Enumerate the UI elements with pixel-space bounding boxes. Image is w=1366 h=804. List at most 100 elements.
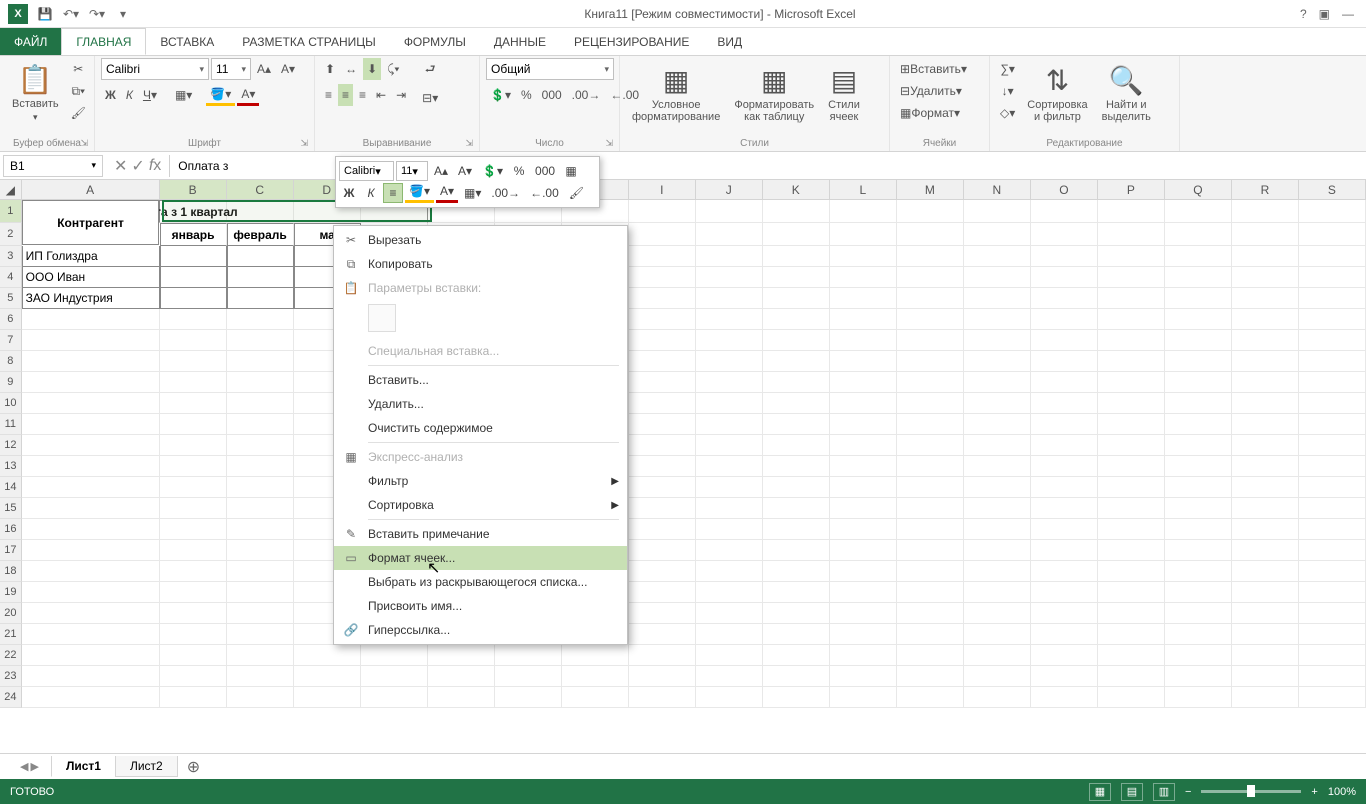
cell[interactable] (964, 561, 1031, 582)
align-center-icon[interactable]: ≡ (338, 84, 353, 106)
cell[interactable] (763, 351, 830, 372)
clear-icon[interactable]: ◇▾ (996, 102, 1019, 124)
cell[interactable] (897, 435, 964, 456)
cell[interactable] (1098, 540, 1165, 561)
align-bottom-icon[interactable]: ⬇ (363, 58, 381, 80)
cell[interactable] (1232, 498, 1299, 519)
cell[interactable] (629, 477, 696, 498)
cell[interactable] (830, 498, 897, 519)
cell[interactable] (1098, 288, 1165, 309)
cell[interactable] (763, 540, 830, 561)
cell[interactable] (1232, 456, 1299, 477)
cell[interactable] (830, 393, 897, 414)
redo-icon[interactable]: ↷▾ (88, 5, 106, 23)
cell[interactable] (897, 200, 964, 223)
cell[interactable] (160, 666, 227, 687)
cell[interactable] (227, 393, 294, 414)
row-header[interactable]: 21 (0, 624, 22, 645)
cell[interactable] (629, 372, 696, 393)
cell[interactable] (897, 456, 964, 477)
cell[interactable] (1232, 687, 1299, 708)
cell[interactable] (1165, 603, 1232, 624)
col-header-L[interactable]: L (830, 180, 897, 199)
cell[interactable] (1098, 267, 1165, 288)
cell[interactable] (227, 561, 294, 582)
normal-view-icon[interactable]: ▦ (1089, 783, 1111, 801)
cell[interactable] (1098, 309, 1165, 330)
cell[interactable] (964, 645, 1031, 666)
percent-icon[interactable]: % (517, 84, 536, 106)
mini-percent-icon[interactable]: % (509, 162, 529, 180)
cell[interactable] (227, 666, 294, 687)
cell[interactable] (1299, 603, 1366, 624)
cell[interactable] (160, 267, 227, 288)
cell[interactable] (1031, 582, 1098, 603)
zoom-slider[interactable] (1201, 790, 1301, 793)
ctx-comment[interactable]: ✎Вставить примечание (334, 522, 627, 546)
cell[interactable] (495, 645, 562, 666)
cell[interactable]: Контрагент (22, 200, 160, 245)
cell[interactable] (1232, 540, 1299, 561)
cell[interactable] (1031, 561, 1098, 582)
cell[interactable] (964, 372, 1031, 393)
cell[interactable] (763, 519, 830, 540)
cell[interactable] (830, 414, 897, 435)
cell[interactable] (227, 435, 294, 456)
row-header[interactable]: 14 (0, 477, 22, 498)
font-color-icon[interactable]: A▾ (237, 84, 259, 106)
cell[interactable] (830, 624, 897, 645)
col-header-P[interactable]: P (1098, 180, 1165, 199)
cell[interactable] (964, 414, 1031, 435)
cell[interactable] (1031, 456, 1098, 477)
cell[interactable] (897, 351, 964, 372)
cell[interactable] (629, 200, 696, 223)
insert-cells-button[interactable]: ⊞ Вставить ▾ (896, 58, 971, 80)
cell[interactable] (897, 267, 964, 288)
cell[interactable] (361, 666, 428, 687)
cell[interactable]: февраль (227, 223, 294, 246)
cell[interactable] (1299, 223, 1366, 246)
col-header-J[interactable]: J (696, 180, 763, 199)
cell[interactable] (763, 624, 830, 645)
cell[interactable] (1031, 288, 1098, 309)
cell[interactable] (227, 330, 294, 351)
cell[interactable] (1098, 372, 1165, 393)
conditional-formatting-button[interactable]: ▦Условное форматирование (626, 58, 726, 128)
cell[interactable] (428, 645, 495, 666)
cell[interactable] (830, 456, 897, 477)
col-header-B[interactable]: B (160, 180, 227, 199)
mini-size-combo[interactable]: 11▾ (396, 161, 428, 181)
row-header[interactable]: 16 (0, 519, 22, 540)
cell[interactable] (227, 603, 294, 624)
spreadsheet-grid[interactable]: ◢ A B C D E F G H I J K L M N O P Q R S … (0, 180, 1366, 753)
cell[interactable] (1098, 223, 1165, 246)
cell[interactable] (1232, 288, 1299, 309)
cell[interactable] (562, 687, 629, 708)
cell[interactable] (160, 393, 227, 414)
cancel-formula-icon[interactable]: ✕ (114, 156, 127, 176)
cell[interactable] (227, 309, 294, 330)
cell[interactable]: зта з 1 квартал (159, 200, 227, 223)
row-header[interactable]: 18 (0, 561, 22, 582)
cell[interactable] (629, 666, 696, 687)
cell[interactable] (1031, 267, 1098, 288)
cell[interactable] (1232, 393, 1299, 414)
cell[interactable] (897, 666, 964, 687)
format-as-table-button[interactable]: ▦Форматировать как таблицу (728, 58, 820, 128)
align-left-icon[interactable]: ≡ (321, 84, 336, 106)
add-sheet-icon[interactable]: ⊕ (177, 754, 210, 780)
fill-color-icon[interactable]: 🪣▾ (206, 84, 235, 106)
cell[interactable] (1031, 498, 1098, 519)
fill-icon[interactable]: ↓▾ (996, 80, 1019, 102)
cell[interactable] (1232, 582, 1299, 603)
cell[interactable] (830, 561, 897, 582)
cell[interactable] (763, 223, 830, 246)
cell[interactable] (227, 519, 294, 540)
cell[interactable] (1232, 246, 1299, 267)
cell[interactable] (1299, 267, 1366, 288)
cell[interactable] (696, 456, 763, 477)
cell[interactable] (763, 582, 830, 603)
ctx-clear[interactable]: Очистить содержимое (334, 416, 627, 440)
cell[interactable] (763, 414, 830, 435)
increase-font-icon[interactable]: A▴ (253, 58, 275, 80)
